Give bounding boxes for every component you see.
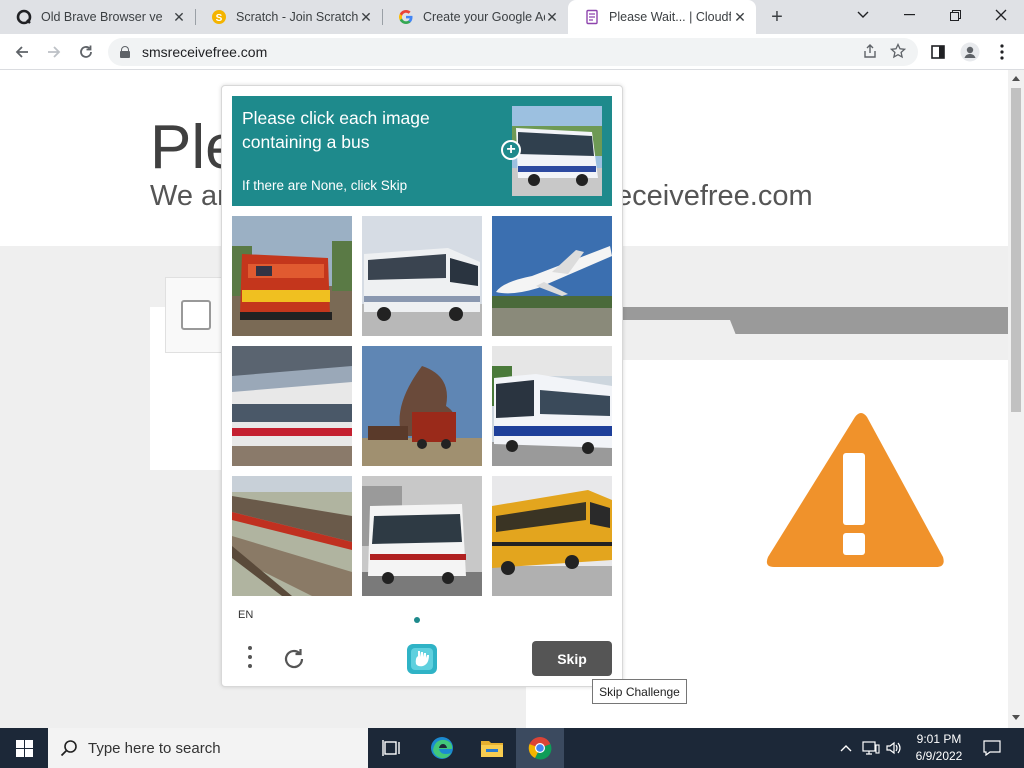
scratch-icon: S [211, 9, 227, 25]
page-divider [622, 307, 1008, 320]
url-text: smsreceivefree.com [142, 44, 268, 60]
google-icon [398, 9, 414, 25]
tray-expand-chevron-icon[interactable] [836, 728, 856, 768]
share-icon[interactable] [862, 43, 878, 62]
edge-icon[interactable] [418, 728, 466, 768]
clock-date: 6/9/2022 [915, 749, 963, 763]
scrollbar-thumb[interactable] [1011, 88, 1021, 412]
tab-cloudflare-active[interactable]: Please Wait... | Cloudfla ✕ [568, 0, 756, 34]
example-expand-icon[interactable]: + [501, 140, 521, 160]
tab-search-chevron-icon[interactable] [840, 0, 886, 30]
windows-taskbar: Type here to search 9:01 PM 6/9/2022 [0, 728, 1024, 768]
page-subtitle: We ar [150, 180, 227, 212]
tab-google[interactable]: Create your Google Ac ✕ [382, 0, 568, 34]
close-tab-icon[interactable]: ✕ [544, 9, 560, 25]
tab-strip: Old Brave Browser vers ✕ S Scratch - Joi… [0, 0, 1024, 34]
tile-9-school-bus[interactable] [492, 476, 612, 596]
document-icon [584, 9, 600, 25]
new-tab-button[interactable]: + [766, 6, 788, 28]
skip-button[interactable]: Skip [532, 641, 612, 676]
page-scrollbar[interactable] [1008, 70, 1024, 728]
scroll-down-icon[interactable] [1012, 715, 1020, 720]
profile-avatar-icon[interactable] [958, 40, 982, 64]
tile-7-train[interactable] [232, 476, 352, 596]
side-panel-icon[interactable] [926, 40, 950, 64]
challenge-prompt: Please click each image containing a bus… [232, 96, 612, 206]
tab-brave[interactable]: Old Brave Browser vers ✕ [0, 0, 195, 34]
o-icon [16, 9, 32, 25]
prompt-subtext: If there are None, click Skip [242, 178, 408, 193]
lock-icon [120, 46, 130, 58]
prompt-text: Please click each image containing a bus [242, 106, 492, 154]
reload-icon[interactable] [74, 40, 98, 64]
search-icon [60, 739, 78, 757]
tile-5-train[interactable] [362, 346, 482, 466]
hcaptcha-challenge: Please click each image containing a bus… [221, 85, 623, 687]
tile-6-bus[interactable] [492, 346, 612, 466]
more-menu-icon[interactable] [990, 40, 1014, 64]
tab-title: Please Wait... | Cloudfla [609, 10, 731, 24]
search-placeholder: Type here to search [88, 739, 221, 757]
network-icon[interactable] [860, 728, 882, 768]
close-tab-icon[interactable]: ✕ [358, 9, 374, 25]
prompt-line: containing a bus [242, 132, 370, 152]
screen: Old Brave Browser vers ✕ S Scratch - Joi… [0, 0, 1024, 768]
minimize-icon[interactable] [886, 0, 932, 30]
close-window-icon[interactable] [978, 0, 1024, 30]
file-explorer-icon[interactable] [468, 728, 516, 768]
forward-icon[interactable] [42, 40, 66, 64]
menu-kebab-icon[interactable] [246, 646, 254, 672]
back-icon[interactable] [10, 40, 34, 64]
tile-8-bus[interactable] [362, 476, 482, 596]
browser-toolbar: smsreceivefree.com [0, 34, 1024, 70]
restore-icon[interactable] [932, 0, 978, 30]
task-view-icon[interactable] [368, 728, 416, 768]
tile-4-train[interactable] [232, 346, 352, 466]
taskbar-search-input[interactable]: Type here to search [48, 728, 368, 768]
address-bar[interactable]: smsreceivefree.com [108, 38, 918, 66]
page-indicator-dot [414, 617, 420, 623]
bookmark-star-icon[interactable] [889, 42, 907, 62]
page-divider [730, 320, 1008, 334]
prompt-line: Please click each image [242, 108, 430, 128]
windows-start-icon[interactable] [0, 728, 48, 768]
tile-3-airplane[interactable] [492, 216, 612, 336]
scroll-up-icon[interactable] [1012, 76, 1020, 81]
clock-time: 9:01 PM [916, 732, 962, 746]
skip-tooltip: Skip Challenge [592, 679, 687, 704]
tab-title: Old Brave Browser vers [41, 10, 163, 24]
tile-1-train[interactable] [232, 216, 352, 336]
hcaptcha-logo-icon[interactable] [405, 642, 439, 676]
close-tab-icon[interactable]: ✕ [171, 9, 187, 25]
tab-scratch[interactable]: S Scratch - Join Scratch ✕ [195, 0, 382, 34]
tile-2-bus[interactable] [362, 216, 482, 336]
tab-title: Scratch - Join Scratch [236, 10, 358, 24]
page-subtitle-domain: eceivefree.com [616, 180, 813, 212]
verify-checkbox[interactable] [181, 300, 211, 330]
language-selector[interactable]: EN [238, 609, 253, 621]
notifications-icon[interactable] [980, 728, 1004, 768]
svg-text:S: S [216, 13, 223, 24]
refresh-challenge-icon[interactable] [282, 647, 306, 671]
warning-icon [762, 409, 948, 576]
close-tab-icon[interactable]: ✕ [732, 9, 748, 25]
tab-title: Create your Google Ac [423, 10, 545, 24]
chrome-icon[interactable] [516, 728, 564, 768]
challenge-image-grid [232, 216, 612, 596]
taskbar-clock[interactable]: 9:01 PM 6/9/2022 [900, 731, 978, 765]
example-bus-image[interactable] [512, 106, 602, 196]
